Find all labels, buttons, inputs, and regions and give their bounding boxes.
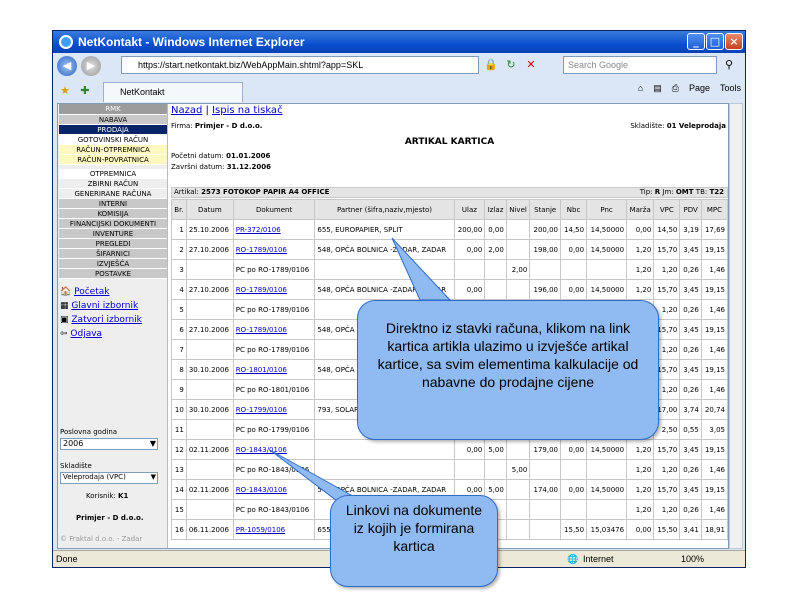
big-callout-pointer [391, 237, 452, 301]
big-callout: Direktno iz stavki računa, klikom na lin… [357, 300, 659, 440]
small-callout: Linkovi na dokumente iz kojih je formira… [330, 495, 498, 587]
